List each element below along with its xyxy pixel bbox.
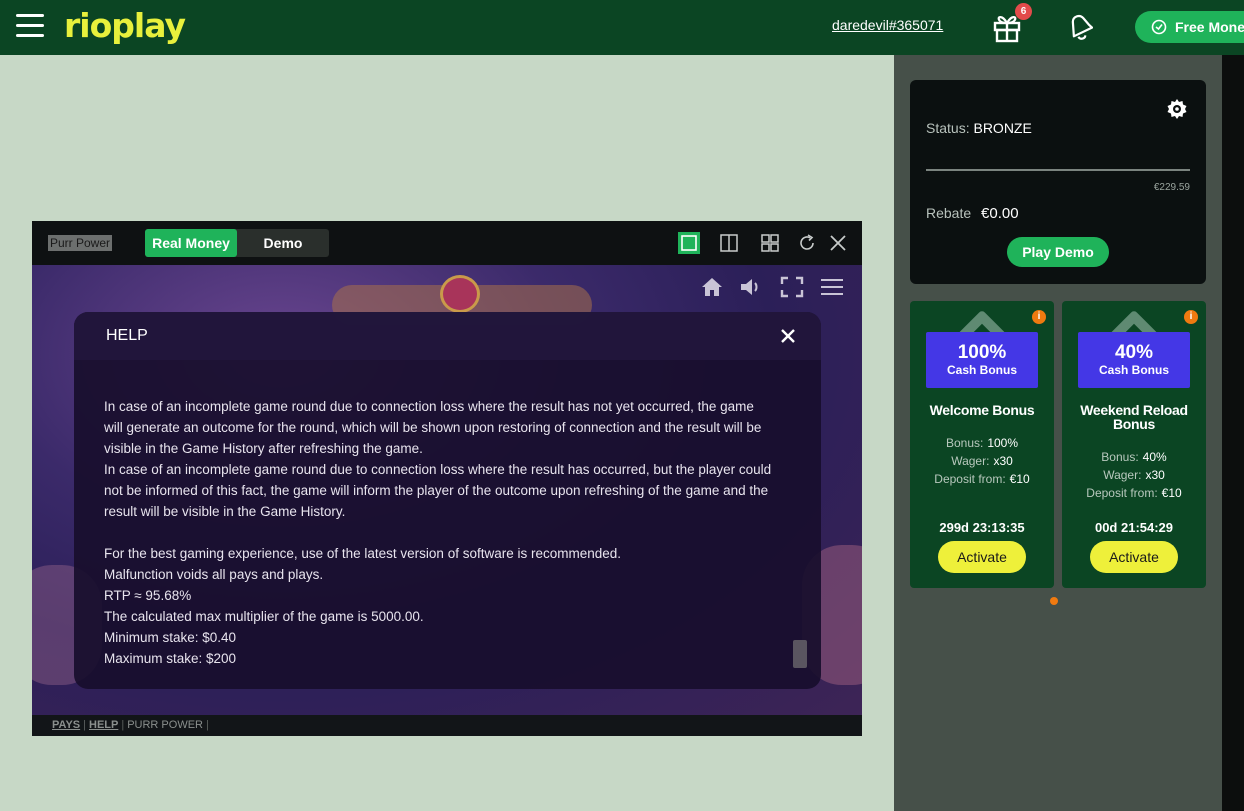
help-content: In case of an incomplete game round due … (104, 396, 774, 669)
help-paragraph: For the best gaming experience, use of t… (104, 546, 622, 561)
bonus-name: Welcome Bonus (929, 402, 1035, 418)
info-icon[interactable]: i (1032, 310, 1046, 324)
deposit-value: €10 (1161, 486, 1182, 500)
footer-help-link[interactable]: HELP (89, 719, 118, 731)
help-paragraph: Minimum stake: $0.40 (104, 630, 237, 645)
game-title: Purr Power (48, 235, 113, 251)
help-paragraph: RTP ≈ 95.68% (104, 588, 192, 603)
free-money-button[interactable]: Free Mone (1135, 11, 1244, 43)
bonus-value: 40% (1142, 450, 1167, 464)
help-scrollbar[interactable] (793, 640, 807, 668)
progress-target-value: €229.59 (1153, 182, 1190, 193)
info-icon[interactable]: i (1184, 310, 1198, 324)
help-paragraph: In case of an incomplete game round due … (104, 462, 772, 519)
bonus-amount-row: Bonus: 40% (1062, 448, 1206, 466)
deposit-row: Deposit from: €10 (910, 470, 1054, 488)
activate-button[interactable]: Activate (938, 541, 1026, 573)
help-header: HELP (74, 312, 821, 360)
rebate-value: €0.00 (981, 205, 1019, 222)
gear-icon[interactable] (1166, 98, 1188, 120)
bonus-type: Cash Bonus (1098, 363, 1169, 377)
bonus-tag: 100% Cash Bonus (926, 332, 1038, 388)
status-progress-bar (926, 169, 1190, 171)
demo-tab[interactable]: Demo (237, 229, 329, 257)
free-money-label: Free Mone (1175, 19, 1244, 35)
deposit-row: Deposit from: €10 (1062, 484, 1206, 502)
refresh-icon[interactable] (796, 232, 818, 254)
bonus-label: Bonus: (945, 436, 984, 450)
help-paragraph: Maximum stake: $200 (104, 651, 237, 666)
wager-value: x30 (1145, 468, 1165, 482)
status-label: Status: (926, 120, 970, 136)
deposit-label: Deposit from: (934, 472, 1006, 486)
bonus-card-weekend-reload: i 40% Cash Bonus Weekend Reload Bonus Bo… (1062, 301, 1206, 588)
grid-view-icon[interactable] (759, 232, 781, 254)
footer-game-name: PURR POWER (127, 719, 203, 731)
rebate-line: Rebate €0.00 (926, 205, 1019, 222)
help-paragraph: The calculated max multiplier of the gam… (104, 609, 424, 624)
bonus-timer: 00d 21:54:29 (1094, 520, 1174, 535)
split-view-icon[interactable] (718, 232, 740, 254)
bonus-timer: 299d 23:13:35 (939, 520, 1025, 535)
help-title: HELP (106, 327, 148, 344)
decor-heart (440, 275, 480, 313)
bonus-card-welcome: i 100% Cash Bonus Welcome Bonus Bonus: 10… (910, 301, 1054, 588)
help-paragraph: Malfunction voids all pays and plays. (104, 567, 324, 582)
mode-toggle: Real Money Demo (145, 229, 329, 257)
wager-row: Wager: x30 (1062, 466, 1206, 484)
username-link[interactable]: daredevil#365071 (832, 17, 943, 33)
bonus-value: 100% (987, 436, 1019, 450)
edge-scroll-area (1222, 55, 1244, 811)
real-money-tab[interactable]: Real Money (145, 229, 237, 257)
footer-pays-link[interactable]: PAYS (52, 719, 80, 731)
bell-icon[interactable] (1065, 12, 1093, 42)
home-icon[interactable] (700, 276, 724, 298)
coin-icon (1151, 19, 1167, 35)
rebate-label: Rebate (926, 205, 972, 221)
logo[interactable]: rioplay (64, 6, 186, 45)
speaker-icon[interactable] (739, 276, 765, 298)
bonus-amount-row: Bonus: 100% (910, 434, 1054, 452)
carousel-dot[interactable] (1050, 597, 1058, 605)
wager-label: Wager: (951, 454, 990, 468)
help-dialog: HELP In case of an incomplete game round… (74, 312, 821, 689)
status-value: BRONZE (973, 120, 1032, 136)
bonus-tag: 40% Cash Bonus (1078, 332, 1190, 388)
game-canvas[interactable]: HELP In case of an incomplete game round… (32, 265, 862, 715)
play-demo-button[interactable]: Play Demo (1007, 237, 1109, 267)
deposit-value: €10 (1009, 472, 1030, 486)
single-view-icon[interactable] (678, 232, 700, 254)
close-icon[interactable] (779, 327, 797, 345)
status-line: Status: BRONZE (926, 120, 1032, 136)
close-icon[interactable] (827, 232, 849, 254)
game-menu-icon[interactable] (820, 276, 844, 298)
gift-count-badge: 6 (1015, 3, 1032, 20)
game-footer: PAYS | HELP | PURR POWER | (32, 715, 862, 736)
bonus-label: Bonus: (1101, 450, 1139, 464)
deposit-label: Deposit from: (1086, 486, 1158, 500)
bonus-name: Weekend Reload Bonus (1080, 402, 1188, 432)
bonus-type: Cash Bonus (946, 363, 1017, 377)
help-paragraph: In case of an incomplete game round due … (104, 399, 762, 456)
game-window: Purr Power Real Money Demo HELP In case … (32, 221, 862, 736)
top-header: rioplay daredevil#365071 6 Free Mone (0, 0, 1244, 55)
wager-row: Wager: x30 (910, 452, 1054, 470)
activate-button[interactable]: Activate (1090, 541, 1178, 573)
wager-label: Wager: (1103, 468, 1142, 482)
status-card: Status: BRONZE €229.59 Rebate €0.00 Play… (910, 80, 1206, 284)
menu-icon[interactable] (16, 14, 44, 38)
game-toolbar: Purr Power Real Money Demo (32, 221, 862, 265)
fullscreen-icon[interactable] (780, 276, 804, 298)
bonus-percent: 100% (957, 342, 1007, 363)
bonus-percent: 40% (1114, 342, 1154, 363)
wager-value: x30 (993, 454, 1013, 468)
